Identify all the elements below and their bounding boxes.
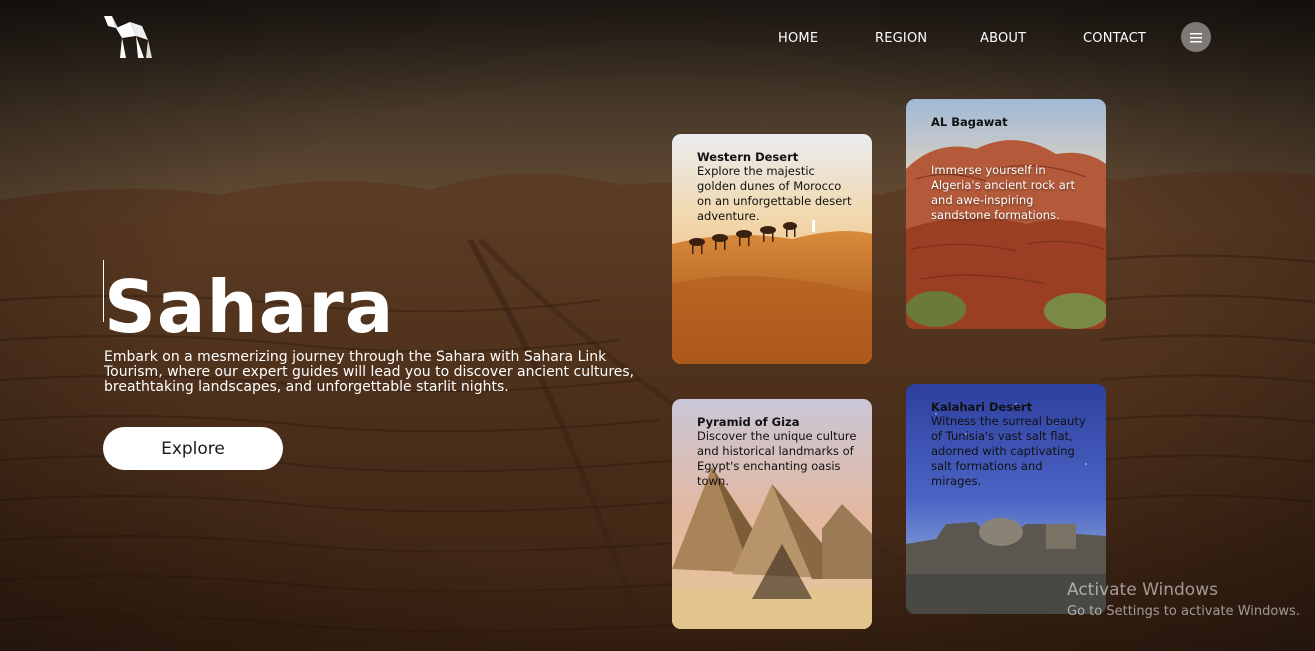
activate-windows-watermark-subtitle: Go to Settings to activate Windows. <box>1067 604 1300 619</box>
card-text: Pyramid of Giza Discover the unique cult… <box>697 415 857 489</box>
card-title: AL Bagawat <box>931 115 1008 129</box>
card-title: Kalahari Desert <box>931 400 1033 414</box>
activate-windows-watermark-title: Activate Windows <box>1067 580 1218 600</box>
nav-region[interactable]: REGION <box>875 31 927 46</box>
menu-button[interactable] <box>1181 22 1211 52</box>
hero-description: Embark on a mesmerizing journey through … <box>104 349 635 395</box>
main-nav: HOME REGION ABOUT CONTACT <box>0 31 1315 51</box>
card-text: AL Bagawat Immerse yourself in Algeria's… <box>931 115 1091 223</box>
nav-home[interactable]: HOME <box>778 31 818 46</box>
card-text: Kalahari Desert Witness the surreal beau… <box>931 400 1091 489</box>
card-description: Witness the surreal beauty of Tunisia's … <box>931 414 1086 488</box>
card-title: Western Desert <box>697 150 799 164</box>
card-pyramid-of-giza[interactable]: Pyramid of Giza Discover the unique cult… <box>672 399 872 629</box>
card-title: Pyramid of Giza <box>697 415 800 429</box>
card-western-desert[interactable]: Western Desert Explore the majestic gold… <box>672 134 872 364</box>
card-description: Explore the majestic golden dunes of Mor… <box>697 164 852 223</box>
card-text: Western Desert Explore the majestic gold… <box>697 150 857 224</box>
card-description: Immerse yourself in Algeria's ancient ro… <box>931 163 1076 222</box>
card-al-bagawat[interactable]: AL Bagawat Immerse yourself in Algeria's… <box>906 99 1106 329</box>
nav-about[interactable]: ABOUT <box>980 31 1026 46</box>
explore-button[interactable]: Explore <box>103 427 283 470</box>
hamburger-icon <box>1190 28 1202 47</box>
hero-title: Sahara <box>104 265 395 349</box>
nav-contact[interactable]: CONTACT <box>1083 31 1146 46</box>
card-description: Discover the unique culture and historic… <box>697 429 857 488</box>
